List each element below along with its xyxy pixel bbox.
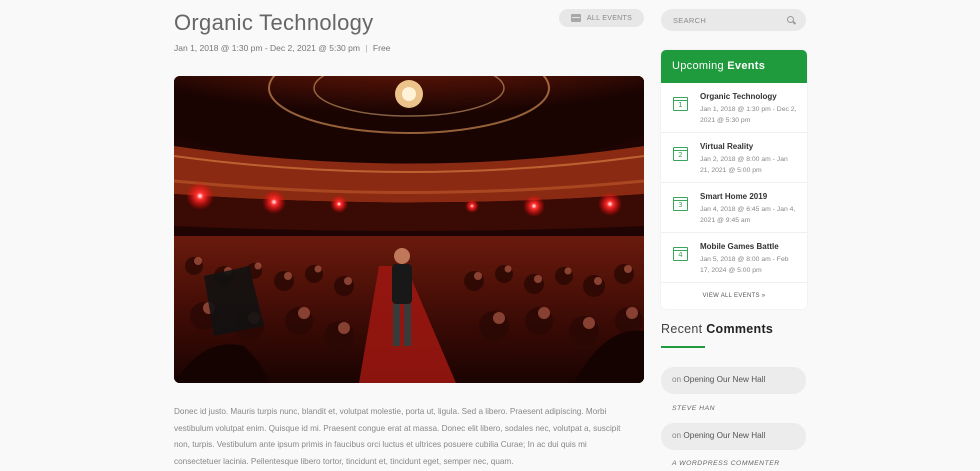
recent-comment-item[interactable]: on Opening Our New Hall — [661, 367, 806, 394]
upcoming-events-widget: Upcoming Events 1 Organic Technology Jan… — [661, 50, 807, 309]
comment-post-link[interactable]: Opening Our New Hall — [683, 375, 765, 384]
all-events-label: ALL EVENTS — [586, 14, 633, 22]
upcoming-event-item[interactable]: 2 Virtual Reality Jan 2, 2018 @ 8:00 am … — [661, 133, 807, 183]
recent-comments-underline — [661, 346, 705, 348]
comment-on-label: on — [672, 431, 682, 440]
upcoming-events-header: Upcoming Events — [661, 50, 807, 83]
comment-author[interactable]: STEVE HAN — [672, 405, 715, 412]
event-title: Organic Technology — [174, 10, 374, 35]
upcoming-event-dates: Jan 1, 2018 @ 1:30 pm - Dec 2, 2021 @ 5:… — [700, 106, 797, 124]
comment-author[interactable]: A WORDPRESS COMMENTER — [672, 460, 780, 467]
upcoming-event-item[interactable]: 1 Organic Technology Jan 1, 2018 @ 1:30 … — [661, 83, 807, 133]
upcoming-event-name[interactable]: Mobile Games Battle — [700, 242, 799, 251]
comment-on-label: on — [672, 375, 682, 384]
calendar-icon: 4 — [673, 247, 688, 261]
all-events-button[interactable]: ALL EVENTS — [559, 9, 644, 27]
upcoming-event-dates: Jan 5, 2018 @ 8:00 am - Feb 17, 2024 @ 5… — [700, 256, 789, 274]
calendar-icon: 1 — [673, 97, 688, 111]
upcoming-event-name[interactable]: Organic Technology — [700, 92, 799, 101]
event-price: Free — [372, 43, 391, 53]
comment-post-link[interactable]: Opening Our New Hall — [683, 431, 765, 440]
upcoming-event-item[interactable]: 4 Mobile Games Battle Jan 5, 2018 @ 8:00… — [661, 233, 807, 283]
recent-comment-item[interactable]: on Opening Our New Hall — [661, 423, 806, 450]
event-featured-image — [174, 76, 644, 383]
recent-title-light: Recent — [661, 322, 703, 336]
upcoming-title-light: Upcoming — [672, 60, 724, 72]
search-box[interactable] — [661, 9, 806, 31]
upcoming-event-dates: Jan 4, 2018 @ 6:45 am - Jan 4, 2021 @ 9:… — [700, 206, 796, 224]
recent-title-bold: Comments — [706, 322, 774, 336]
event-dates: Jan 1, 2018 @ 1:30 pm - Dec 2, 2021 @ 5:… — [174, 43, 360, 53]
view-all-events-link[interactable]: VIEW ALL EVENTS » — [661, 283, 807, 299]
meta-separator: | — [365, 43, 368, 53]
theater-crowd-image — [174, 76, 644, 383]
upcoming-title-bold: Events — [727, 60, 766, 72]
search-input[interactable] — [673, 15, 783, 25]
recent-comments-title: Recent Comments — [661, 322, 773, 336]
calendar-icon: 2 — [673, 147, 688, 161]
calendar-grid-icon — [570, 14, 581, 22]
upcoming-event-name[interactable]: Smart Home 2019 — [700, 192, 799, 201]
search-icon[interactable] — [787, 15, 796, 25]
event-description: Donec id justo. Mauris turpis nunc, blan… — [174, 407, 621, 466]
upcoming-event-dates: Jan 2, 2018 @ 8:00 am - Jan 21, 2021 @ 5… — [700, 156, 788, 174]
calendar-icon: 3 — [673, 197, 688, 211]
upcoming-event-name[interactable]: Virtual Reality — [700, 142, 799, 151]
event-meta: Jan 1, 2018 @ 1:30 pm - Dec 2, 2021 @ 5:… — [174, 43, 390, 53]
upcoming-event-item[interactable]: 3 Smart Home 2019 Jan 4, 2018 @ 6:45 am … — [661, 183, 807, 233]
